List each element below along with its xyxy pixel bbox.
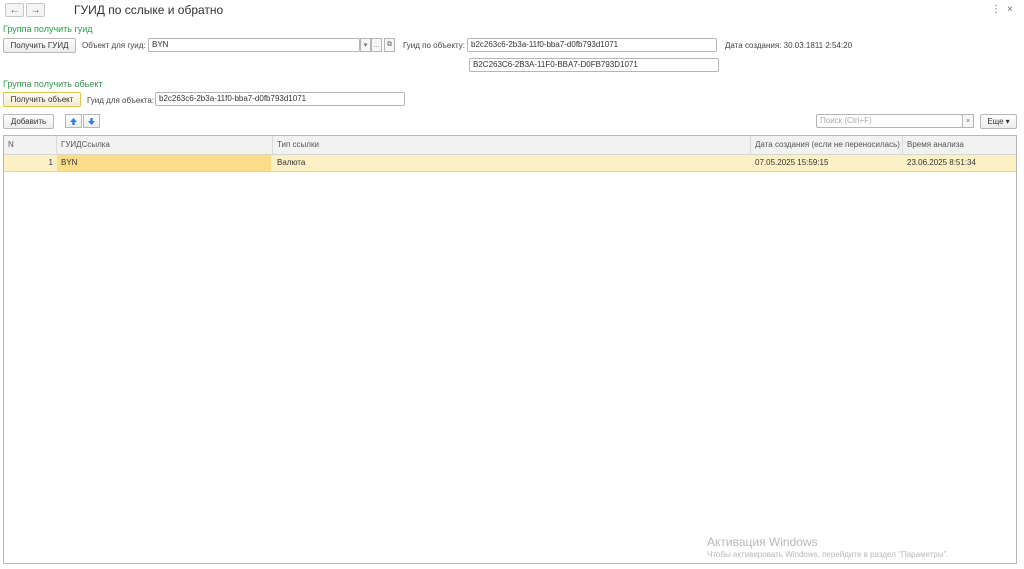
close-icon: × [965, 117, 971, 125]
guid-for-object-field[interactable]: b2c263c6-2b3a-11f0-bba7-d0fb793d1071 [155, 92, 405, 106]
created-date-caption: Дата создания: [725, 41, 782, 50]
dropdown-button[interactable]: ▾ [360, 38, 371, 52]
arrow-right-icon: → [30, 4, 41, 16]
add-button[interactable]: Добавить [3, 114, 54, 129]
more-button[interactable]: Еще ▾ [980, 114, 1017, 129]
group-get-guid-title: Группа получить гуид [3, 24, 93, 34]
column-header-created[interactable]: Дата создания (если не переносилась) [751, 136, 903, 154]
data-table[interactable]: N ГУИДСсылка Тип ссылки Дата создания (е… [3, 135, 1017, 564]
open-link-icon: ⧉ [387, 41, 392, 48]
search-input[interactable]: Поиск (Ctrl+F) [816, 114, 963, 128]
chevron-down-icon: ▾ [363, 42, 368, 49]
back-button[interactable]: ← [5, 3, 24, 17]
guid-uppercase-field[interactable]: B2C263C6-2B3A-11F0-BBA7-D0FB793D1071 [469, 58, 719, 72]
column-header-analyzed[interactable]: Время анализа [903, 136, 1016, 154]
arrow-up-icon [70, 117, 77, 125]
move-down-button[interactable] [83, 114, 100, 128]
object-for-guid-label: Объект для гуид: [82, 41, 146, 50]
object-for-guid-field[interactable]: BYN [148, 38, 360, 52]
column-header-type[interactable]: Тип ссылки [273, 136, 751, 154]
open-button[interactable]: ⧉ [384, 38, 395, 52]
close-icon[interactable]: × [1007, 4, 1013, 15]
created-date-label: Дата создания: 30.03.1811 2:54:20 [725, 41, 852, 50]
select-button[interactable]: … [371, 38, 382, 52]
move-up-button[interactable] [65, 114, 82, 128]
column-header-n[interactable]: N [4, 136, 57, 154]
cell-type: Валюта [277, 158, 306, 167]
guid-by-object-label: Гуид по объекту: [403, 41, 465, 50]
table-header: N ГУИДСсылка Тип ссылки Дата создания (е… [4, 136, 1016, 155]
group-get-object-title: Группа получить обьект [3, 79, 103, 89]
get-object-button[interactable]: Получить объект [3, 92, 81, 107]
cell-n: 1 [48, 158, 53, 167]
windows-activation-title: Активация Windows [707, 535, 818, 549]
more-button-label: Еще [987, 117, 1004, 126]
column-header-ref[interactable]: ГУИДСсылка [57, 136, 273, 154]
created-date-value: 30.03.1811 2:54:20 [783, 41, 853, 50]
page-title: ГУИД по сслыке и обратно [74, 3, 224, 17]
more-actions-icon[interactable]: ⋮ [991, 4, 1001, 15]
clear-search-button[interactable]: × [962, 114, 974, 128]
forward-button[interactable]: → [26, 3, 45, 17]
cell-analyzed: 23.06.2025 8:51:34 [907, 158, 976, 167]
guid-for-object-label: Гуид для объекта: [87, 96, 155, 105]
arrow-left-icon: ← [9, 4, 20, 16]
windows-activation-text: Чтобы активировать Windows, перейдите в … [707, 550, 949, 559]
arrow-down-icon [88, 117, 95, 125]
ellipsis-icon: … [373, 41, 380, 49]
get-guid-button[interactable]: Получить ГУИД [3, 38, 76, 53]
cell-created: 07.05.2025 15:59:15 [755, 158, 829, 167]
chevron-down-icon: ▾ [1005, 117, 1010, 126]
cell-ref[interactable]: BYN [57, 155, 271, 171]
guid-by-object-field[interactable]: b2c263c6-2b3a-11f0-bba7-d0fb793d1071 [467, 38, 717, 52]
table-row[interactable]: 1 BYN Валюта 07.05.2025 15:59:15 23.06.2… [4, 155, 1016, 172]
